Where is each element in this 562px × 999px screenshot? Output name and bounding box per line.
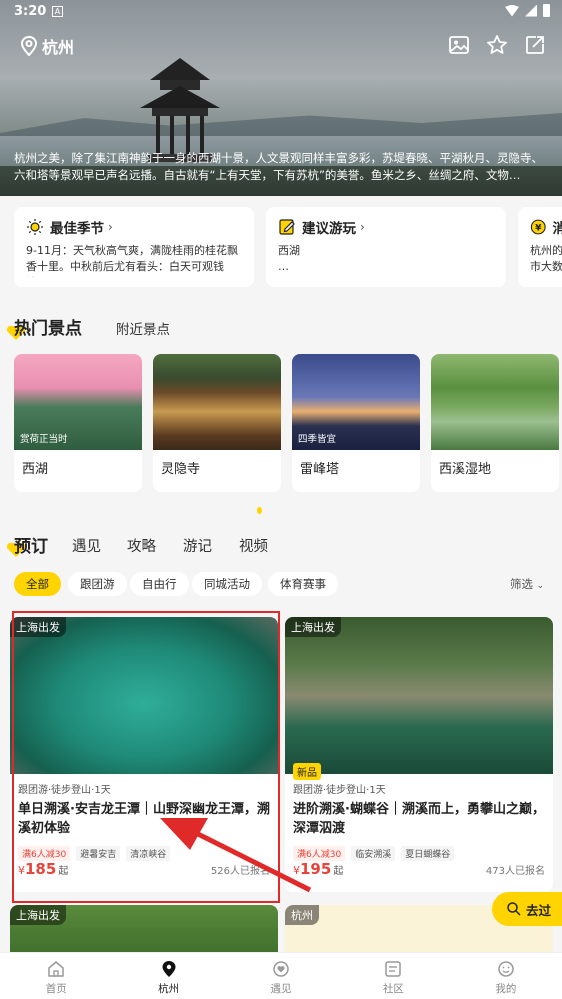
spot-name: 西湖 (22, 462, 49, 477)
suggested-tour-card[interactable]: 建议游玩 › 西湖 … (266, 207, 506, 287)
spot-list: 赏荷正当时 西湖 灵隐寺 四季皆宜 雷峰塔 西溪湿地 (14, 354, 562, 494)
page-indicator-dot (257, 507, 262, 514)
spot-card-xixi[interactable]: 西溪湿地 (431, 354, 559, 492)
info-cards: 最佳季节 › 9-11月：天气秋高气爽，满陇桂雨的桂花飘香十里。中秋前后尤有看头… (0, 207, 562, 287)
nav-label: 我的 (495, 983, 517, 995)
svg-text:¥: ¥ (535, 223, 542, 234)
visited-icon (507, 902, 521, 916)
chevron-right-icon: › (360, 220, 365, 234)
nav-home[interactable]: 首页 (0, 953, 112, 999)
filter-local-activity[interactable]: 同城活动 (192, 572, 262, 596)
spot-tag: 四季皆宜 (298, 434, 337, 445)
location-pin-icon (162, 961, 176, 977)
location-icon (20, 36, 38, 56)
nav-label: 遇见 (270, 983, 292, 995)
status-time: 3:20 (14, 4, 47, 19)
card-body: 西湖 … (278, 244, 300, 273)
tab-meet[interactable]: 遇见 (72, 535, 101, 556)
spot-image: 赏荷正当时 (14, 354, 142, 450)
filter-button[interactable]: 筛选 ⌄ (510, 576, 544, 592)
consumption-card[interactable]: ¥ 消 杭州的 市大数 (518, 207, 562, 287)
feature-chip: 临安溯溪 (351, 846, 396, 861)
spot-card-lingyin[interactable]: 灵隐寺 (153, 354, 281, 492)
tab-hot-spots[interactable]: 热门景点 (14, 314, 82, 339)
tab-guide[interactable]: 攻略 (127, 535, 156, 556)
product-meta: 跟团游·徒步登山·1天 (293, 785, 386, 796)
product-card-butterfly-valley[interactable]: 上海出发 新品 跟团游·徒步登山·1天 进阶溯溪·蝴蝶谷｜溯溪而上，勇攀山之巅，… (285, 617, 553, 892)
filter-group-tour[interactable]: 跟团游 (68, 572, 127, 596)
spot-name: 灵隐寺 (161, 462, 201, 477)
card-title: 最佳季节 (50, 221, 104, 237)
spot-tag: 赏荷正当时 (20, 434, 68, 445)
spot-name: 雷峰塔 (300, 462, 340, 477)
yen-icon: ¥ (530, 219, 546, 235)
origin-tag: 杭州 (285, 905, 319, 925)
community-icon (385, 961, 402, 977)
tab-video[interactable]: 视频 (239, 535, 268, 556)
chevron-right-icon: › (108, 220, 113, 234)
share-icon[interactable] (524, 34, 546, 56)
gallery-icon[interactable] (448, 34, 470, 56)
profile-icon (498, 961, 514, 977)
nav-city[interactable]: 杭州 (112, 953, 224, 999)
card-body: 杭州的 市大数 (530, 244, 562, 273)
city-name: 杭州 (42, 38, 75, 57)
favorite-star-icon[interactable] (486, 34, 508, 56)
tab-travel-notes[interactable]: 游记 (183, 535, 212, 556)
card-title: 建议游玩 (302, 221, 356, 237)
note-icon (279, 219, 295, 235)
tab-nearby-spots[interactable]: 附近景点 (116, 318, 170, 338)
red-arrow-annotation (160, 818, 312, 893)
spot-image (431, 354, 559, 450)
tab-booking[interactable]: 预订 (14, 532, 48, 557)
city-selector[interactable]: 杭州 (20, 34, 74, 58)
card-title: 消 (552, 221, 562, 237)
home-icon (48, 961, 64, 977)
origin-tag: 上海出发 (10, 905, 66, 925)
origin-tag: 上海出发 (285, 617, 341, 637)
bottom-nav: 首页 杭州 遇见 社区 我的 (0, 952, 562, 999)
product-title: 进阶溯溪·蝴蝶谷｜溯溪而上，勇攀山之巅，深潭泅渡 (293, 802, 545, 836)
visited-float-button[interactable]: 去过 (492, 892, 562, 926)
nav-profile[interactable]: 我的 (450, 953, 562, 999)
nav-label: 首页 (45, 983, 67, 995)
chevron-down-icon: ⌄ (536, 581, 545, 591)
hero-banner[interactable]: 3:20 A 杭州 杭州之美，除了集江南神韵于一身的西湖十景，人文景观同样丰富多… (0, 0, 562, 196)
filter-all[interactable]: 全部 (14, 572, 61, 596)
signal-icon (525, 4, 537, 17)
status-bar: 3:20 A (0, 0, 562, 26)
notification-a-icon: A (52, 6, 63, 17)
visited-label: 去过 (526, 902, 552, 918)
spot-card-leifeng[interactable]: 四季皆宜 雷峰塔 (292, 354, 420, 492)
filter-free-travel[interactable]: 自由行 (130, 572, 189, 596)
product-image: 上海出发 新品 (285, 617, 553, 780)
new-product-badge: 新品 (293, 763, 321, 780)
filter-sports-event[interactable]: 体育赛事 (268, 572, 338, 596)
card-body: 9-11月：天气秋高气爽，满陇桂雨的桂花飘香十里。中秋前后尤有看头：白天可观钱塘… (26, 244, 238, 277)
spot-name: 西溪湿地 (439, 462, 492, 477)
best-season-card[interactable]: 最佳季节 › 9-11月：天气秋高气爽，满陇桂雨的桂花飘香十里。中秋前后尤有看头… (14, 207, 254, 287)
battery-icon (543, 4, 550, 17)
meet-icon (273, 961, 289, 977)
nav-meet[interactable]: 遇见 (225, 953, 337, 999)
sun-icon (27, 219, 43, 235)
nav-label: 杭州 (158, 983, 180, 995)
filter-label: 筛选 (510, 577, 533, 591)
wifi-icon (505, 4, 519, 17)
feature-chip: 夏日蝴蝶谷 (401, 846, 455, 861)
nav-community[interactable]: 社区 (337, 953, 449, 999)
spot-image: 四季皆宜 (292, 354, 420, 450)
city-description: 杭州之美，除了集江南神韵于一身的西湖十景，人文景观同样丰富多彩，苏堤春晓、平湖秋… (14, 151, 543, 182)
nav-label: 社区 (382, 983, 404, 995)
sold-count: 473人已报名 (485, 866, 545, 877)
spot-card-west-lake[interactable]: 赏荷正当时 西湖 (14, 354, 142, 492)
spot-image (153, 354, 281, 450)
